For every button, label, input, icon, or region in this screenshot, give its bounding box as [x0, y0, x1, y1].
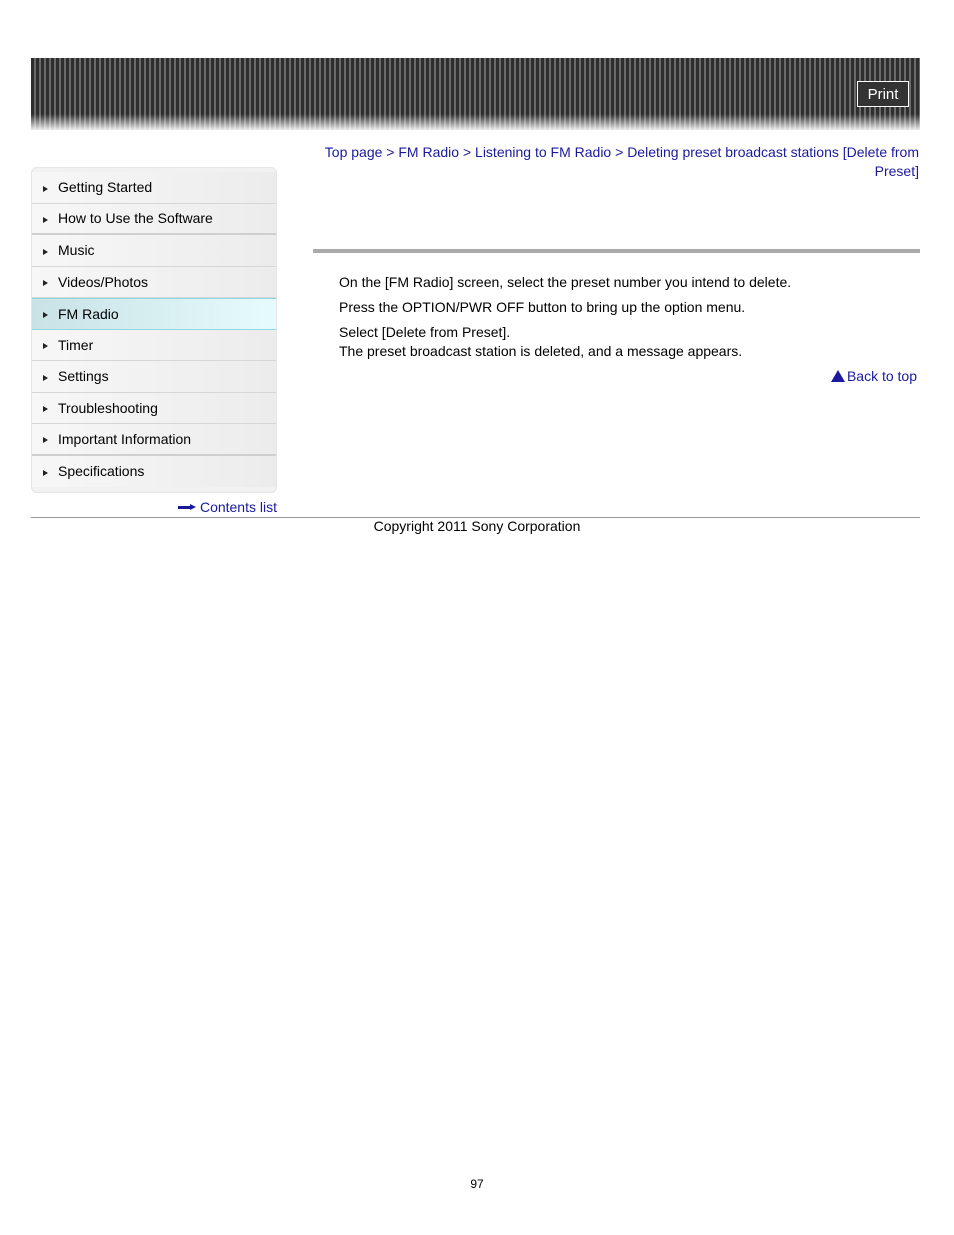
- breadcrumb-current-page[interactable]: Deleting preset broadcast stations [Dele…: [627, 144, 919, 179]
- breadcrumb-separator: >: [459, 144, 476, 160]
- triangle-right-icon: [43, 216, 48, 223]
- title-divider: [313, 249, 920, 253]
- print-button[interactable]: Print: [857, 81, 909, 107]
- triangle-right-icon: [43, 374, 48, 381]
- contents-list-link[interactable]: Contents list: [177, 499, 277, 515]
- triangle-right-icon: [43, 312, 48, 319]
- triangle-right-icon: [43, 185, 48, 192]
- back-to-top-label: Back to top: [846, 368, 917, 384]
- step-result: The preset broadcast station is deleted,…: [339, 343, 743, 359]
- step-2: Press the OPTION/PWR OFF button to bring…: [339, 299, 746, 315]
- page-number: 97: [470, 1177, 484, 1191]
- breadcrumb-fm-radio[interactable]: FM Radio: [398, 144, 459, 160]
- step-3: Select [Delete from Preset].: [339, 324, 511, 340]
- sidebar-nav: Getting Started How to Use the Software …: [31, 167, 277, 493]
- triangle-right-icon: [43, 343, 48, 350]
- triangle-right-icon: [43, 437, 48, 444]
- sidebar-item-videos-photos[interactable]: Videos/Photos: [32, 266, 276, 298]
- breadcrumb-listening-to-fm-radio[interactable]: Listening to FM Radio: [475, 144, 611, 160]
- triangle-right-icon: [43, 280, 48, 287]
- sidebar-item-music[interactable]: Music: [32, 235, 276, 267]
- sidebar-item-label: Settings: [58, 368, 109, 385]
- breadcrumb: Top page > FM Radio > Listening to FM Ra…: [313, 143, 919, 181]
- breadcrumb-separator: >: [611, 144, 628, 160]
- sidebar-item-label: Videos/Photos: [58, 273, 149, 290]
- sidebar-item-how-to-use-the-software[interactable]: How to Use the Software: [32, 203, 276, 235]
- sidebar-item-specifications[interactable]: Specifications: [32, 455, 276, 487]
- back-to-top-link[interactable]: Back to top: [830, 368, 917, 384]
- triangle-right-icon: [43, 248, 48, 255]
- triangle-up-icon: [830, 370, 845, 382]
- sidebar-item-label: Getting Started: [58, 179, 153, 196]
- sidebar-item-getting-started[interactable]: Getting Started: [32, 172, 276, 204]
- sidebar-item-fm-radio[interactable]: FM Radio: [32, 298, 276, 330]
- sidebar-item-label: Important Information: [58, 430, 192, 447]
- sidebar-item-important-information[interactable]: Important Information: [32, 424, 276, 456]
- sidebar-item-label: Specifications: [58, 463, 145, 480]
- contents-list-label: Contents list: [199, 499, 277, 515]
- triangle-right-icon: [43, 469, 48, 476]
- sidebar-item-label: Troubleshooting: [58, 399, 158, 416]
- sidebar-item-label: Timer: [58, 336, 94, 353]
- sidebar-item-troubleshooting[interactable]: Troubleshooting: [32, 392, 276, 424]
- header-banner: Print: [31, 58, 920, 130]
- copyright-text: Copyright 2011 Sony Corporation: [373, 518, 581, 534]
- triangle-right-icon: [43, 406, 48, 413]
- arrow-right-icon: [177, 504, 196, 510]
- procedure-steps: On the [FM Radio] screen, select the pre…: [339, 273, 791, 361]
- step-1: On the [FM Radio] screen, select the pre…: [339, 274, 792, 290]
- sidebar-item-label: How to Use the Software: [58, 210, 213, 227]
- sidebar-item-timer[interactable]: Timer: [32, 329, 276, 361]
- sidebar-item-settings[interactable]: Settings: [32, 361, 276, 393]
- breadcrumb-separator: >: [382, 144, 399, 160]
- sidebar-item-label: Music: [58, 242, 95, 259]
- sidebar-item-label: FM Radio: [58, 305, 119, 322]
- breadcrumb-top-page[interactable]: Top page: [325, 144, 383, 160]
